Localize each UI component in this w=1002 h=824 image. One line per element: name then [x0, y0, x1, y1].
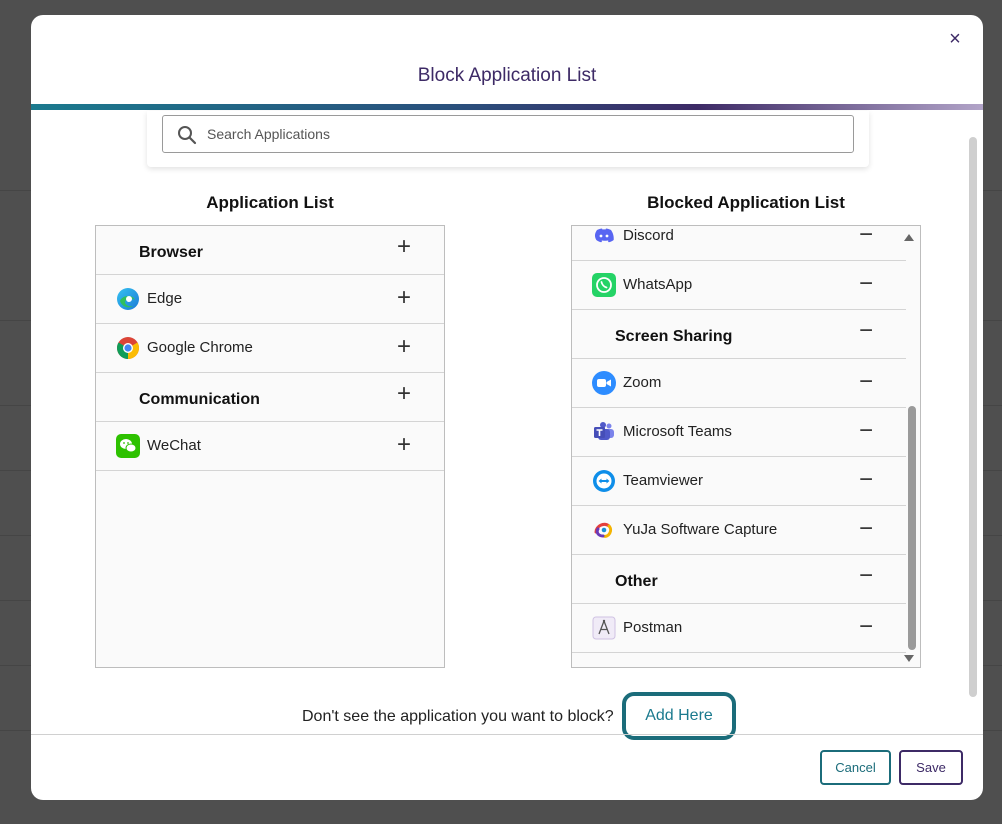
blocked-list-scroll-thumb[interactable] [908, 406, 916, 650]
blocked_list-item-label: YuJa Software Capture [623, 521, 778, 538]
search-input[interactable] [205, 116, 845, 152]
footer-divider [31, 734, 983, 735]
wechat-icon [116, 434, 140, 458]
add-icon[interactable]: + [392, 285, 416, 311]
add-icon[interactable]: + [392, 234, 416, 260]
teams-icon [592, 420, 616, 444]
search-box[interactable] [162, 115, 854, 153]
remove-icon[interactable]: − [854, 271, 878, 297]
modal-title: Block Application List [417, 65, 597, 86]
blocked_list-item-label: Other [615, 573, 658, 590]
application_list-item-label: Browser [139, 244, 204, 261]
blocked_list-category-row: Screen Sharing − [572, 310, 906, 359]
application_list-app-row: Google Chrome + [96, 324, 444, 373]
blocked_list-item-label: Teamviewer [623, 472, 704, 489]
scroll-up-icon[interactable] [904, 234, 914, 241]
scroll-down-icon[interactable] [904, 655, 914, 662]
whatsapp-icon [592, 273, 616, 297]
add-app-prompt: Don't see the application you want to bl… [302, 708, 614, 725]
remove-icon[interactable]: − [854, 318, 878, 344]
zoom-icon [592, 371, 616, 395]
add-icon[interactable]: + [392, 381, 416, 407]
search-icon [178, 126, 197, 145]
add-icon[interactable]: + [392, 334, 416, 360]
remove-icon[interactable]: − [854, 226, 878, 248]
blocked_list-app-row: Teamviewer − [572, 457, 906, 506]
search-card [147, 111, 869, 167]
add-icon[interactable]: + [392, 432, 416, 458]
blocked_list-item-label: Discord [623, 227, 674, 244]
application_list-item-label: Communication [139, 391, 260, 408]
blocked-application-list: Discord − WhatsApp − Screen Sharing − Zoom − Mic… [571, 225, 921, 668]
blocked_list-app-row: YuJa Software Capture − [572, 506, 906, 555]
save-button[interactable]: Save [899, 750, 963, 785]
postman-icon [592, 616, 616, 640]
remove-icon[interactable]: − [854, 516, 878, 542]
blocked_list-item-label: Zoom [623, 374, 662, 391]
block-application-modal: Block Application List × Application Lis… [31, 15, 983, 800]
blocked_list-item-label: Screen Sharing [615, 328, 733, 345]
blocked_list-category-row: Other − [572, 555, 906, 604]
blocked_list-app-row: Microsoft Teams − [572, 408, 906, 457]
blocked_list-app-row: Zoom − [572, 359, 906, 408]
blocked_list-app-row: Postman − [572, 604, 906, 653]
teamviewer-icon [592, 469, 616, 493]
remove-icon[interactable]: − [854, 563, 878, 589]
close-button[interactable]: × [941, 27, 969, 51]
blocked_list-app-row: WhatsApp − [572, 261, 906, 310]
yuja-icon [592, 518, 616, 542]
application_list-category-row: Communication + [96, 373, 444, 422]
application_list-app-row: Edge + [96, 275, 444, 324]
remove-icon[interactable]: − [854, 467, 878, 493]
blocked_list-item-label: Postman [623, 619, 683, 636]
application_list-item-label: Google Chrome [147, 339, 253, 356]
remove-icon[interactable]: − [854, 614, 878, 640]
blocked_list-app-row: Discord − [572, 226, 906, 261]
application-list: Browser + Edge + Google Chrome + Communication… [95, 225, 445, 668]
blocked_list-item-label: WhatsApp [623, 276, 693, 293]
blocked-rows: Discord − WhatsApp − Screen Sharing − Zoom − Mic… [572, 226, 906, 653]
application_list-category-row: Browser + [96, 226, 444, 275]
add-here-link[interactable]: Add Here [622, 692, 736, 740]
blocked-list-heading: Blocked Application List [647, 193, 845, 212]
cancel-button[interactable]: Cancel [820, 750, 891, 785]
discord-icon [592, 226, 616, 248]
remove-icon[interactable]: − [854, 418, 878, 444]
remove-icon[interactable]: − [854, 369, 878, 395]
application_list-item-label: Edge [147, 290, 183, 307]
edge-icon [116, 287, 140, 311]
modal-scrollbar[interactable] [969, 137, 977, 697]
application_list-app-row: WeChat + [96, 422, 444, 471]
chrome-icon [116, 336, 140, 360]
application-list-heading: Application List [206, 193, 334, 212]
blocked_list-item-label: Microsoft Teams [623, 423, 732, 440]
application_list-item-label: WeChat [147, 437, 201, 454]
